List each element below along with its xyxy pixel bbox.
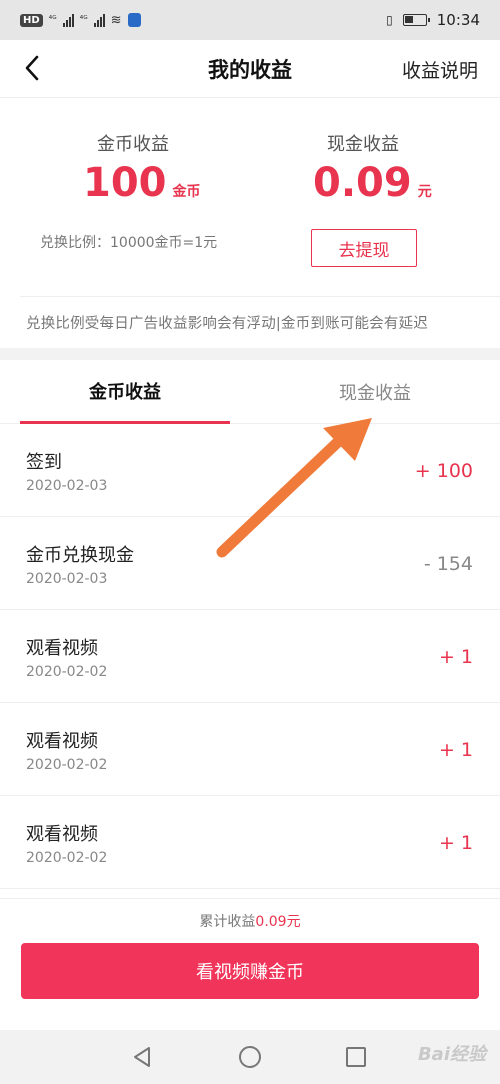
hd-badge: HD — [20, 13, 43, 27]
battery-icon — [402, 14, 430, 26]
signal-icon — [93, 13, 105, 27]
record-amount: + 100 — [414, 460, 473, 482]
coin-value: 100 — [83, 160, 167, 206]
earnings-tabs: 金币收益 现金收益 — [0, 360, 500, 424]
shield-icon — [127, 13, 141, 27]
record-title: 观看视频 — [26, 824, 98, 845]
record-date: 2020-02-02 — [26, 850, 108, 866]
record-title: 观看视频 — [26, 731, 98, 752]
earnings-record-list: 签到 2020-02-03 + 100 金币兑换现金 2020-02-03 - … — [0, 424, 500, 889]
network-type-2: ⁴ᴳ — [79, 15, 88, 25]
earnings-help-link[interactable]: 收益说明 — [402, 56, 478, 83]
exchange-ratio-text: 兑换比例：10000金币=1元 — [40, 235, 218, 251]
system-navigation-bar: Bai经验 — [0, 1030, 500, 1084]
record-amount: + 1 — [438, 646, 473, 668]
tab-cash-earnings[interactable]: 现金收益 — [270, 360, 480, 424]
status-bar: HD ⁴ᴳ ⁴ᴳ ≋ ▯ 10:34 — [0, 0, 500, 40]
total-earnings: 累计收益0.09元 — [0, 911, 500, 931]
list-item[interactable]: 签到 2020-02-03 + 100 — [0, 424, 500, 517]
earnings-summary: 金币收益 100 金币 现金收益 0.09 元 兑换比例：10000金币=1元 去提… — [0, 98, 500, 348]
record-amount: + 1 — [438, 739, 473, 761]
back-button[interactable] — [14, 50, 50, 86]
section-divider — [0, 348, 500, 360]
network-type-1: ⁴ᴳ — [48, 15, 57, 25]
coin-earnings-label: 金币收益 — [97, 134, 169, 155]
bottom-panel: 累计收益0.09元 看视频赚金币 — [0, 898, 500, 1030]
record-title: 签到 — [26, 452, 62, 473]
watch-video-earn-coins-button[interactable]: 看视频赚金币 — [21, 943, 479, 999]
watermark: Bai经验 — [417, 1044, 486, 1065]
coin-unit: 金币 — [172, 184, 201, 200]
record-date: 2020-02-03 — [26, 478, 108, 494]
withdraw-button[interactable]: 去提现 — [311, 229, 417, 267]
status-right: ▯ 10:34 — [386, 11, 480, 29]
list-item[interactable]: 观看视频 2020-02-02 + 1 — [0, 610, 500, 703]
record-title: 金币兑换现金 — [26, 545, 134, 566]
wifi-icon: ≋ — [110, 12, 122, 28]
tab-coin-earnings[interactable]: 金币收益 — [20, 360, 230, 424]
divider — [20, 296, 500, 297]
list-item[interactable]: 金币兑换现金 2020-02-03 - 154 — [0, 517, 500, 610]
record-amount: + 1 — [438, 832, 473, 854]
record-date: 2020-02-02 — [26, 757, 108, 773]
chevron-left-icon — [25, 55, 39, 81]
list-item[interactable]: 观看视频 2020-02-02 + 1 — [0, 703, 500, 796]
cash-value: 0.09 — [313, 160, 412, 206]
record-date: 2020-02-03 — [26, 571, 108, 587]
status-time: 10:34 — [436, 11, 480, 29]
signal-icon — [62, 13, 74, 27]
coin-earnings-value: 100 金币 — [83, 160, 201, 206]
total-earnings-value: 0.09元 — [255, 914, 301, 930]
total-earnings-label: 累计收益 — [199, 914, 256, 930]
cash-unit: 元 — [417, 184, 432, 200]
cash-earnings-value: 0.09 元 — [313, 160, 432, 206]
triangle-back-icon[interactable] — [131, 1046, 153, 1068]
record-title: 观看视频 — [26, 638, 98, 659]
record-date: 2020-02-02 — [26, 664, 108, 680]
vibrate-icon: ▯ — [386, 13, 393, 27]
square-recent-icon[interactable] — [346, 1047, 366, 1067]
cash-earnings-label: 现金收益 — [327, 134, 399, 155]
top-nav-bar: 我的收益 收益说明 — [0, 40, 500, 98]
list-item[interactable]: 观看视频 2020-02-02 + 1 — [0, 796, 500, 889]
record-amount: - 154 — [423, 553, 473, 575]
circle-home-icon[interactable] — [239, 1046, 261, 1068]
exchange-notice: 兑换比例受每日广告收益影响会有浮动|金币到账可能会有延迟 — [26, 316, 428, 332]
status-left: HD ⁴ᴳ ⁴ᴳ ≋ — [20, 13, 141, 28]
